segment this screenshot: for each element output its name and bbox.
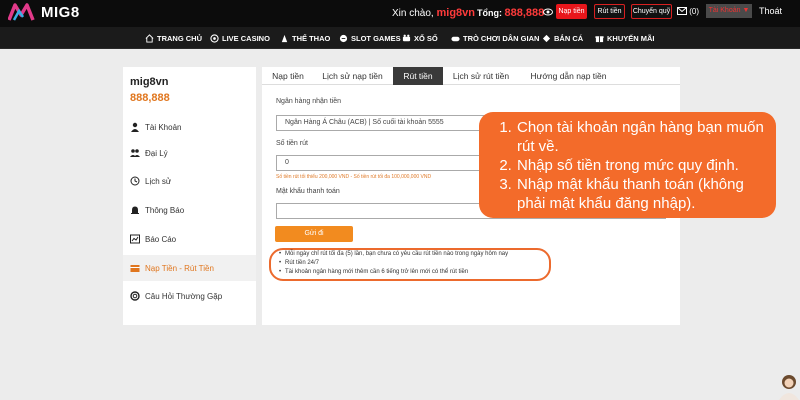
nav-label: SLOT GAMES bbox=[351, 33, 401, 43]
total-balance: Tổng: 888,888 bbox=[477, 7, 544, 19]
bank-label: Ngân hàng nhận tiền bbox=[276, 98, 341, 105]
nav-label: BẮN CÁ bbox=[554, 33, 584, 43]
amount-hint: Số tiền rút tối thiểu 200,000 VND - Số t… bbox=[276, 174, 432, 180]
nav-label: TRÒ CHƠI DÂN GIAN bbox=[463, 33, 540, 43]
logo-icon bbox=[8, 3, 35, 21]
nav-live-casino[interactable]: LIVE CASINO bbox=[210, 27, 270, 49]
note-item: Mỗi ngày chỉ rút tối đa (5) lần, bạn chư… bbox=[279, 251, 508, 257]
sidebar-item-agent[interactable]: Đại Lý bbox=[123, 140, 256, 166]
instruction-step: Nhập số tiền trong mức quy định. bbox=[516, 156, 771, 175]
sidebar-item-label: Thông Báo bbox=[145, 205, 185, 215]
account-sidebar: mig8vn 888,888 Tài Khoản Đại Lý Lịch sử … bbox=[123, 67, 256, 325]
nav-promotions[interactable]: KHUYẾN MÃI bbox=[595, 27, 655, 49]
users-icon bbox=[130, 149, 140, 157]
tab-withdraw[interactable]: Rút tiền bbox=[393, 67, 443, 85]
mail-count: (0) bbox=[689, 7, 700, 16]
nav-home[interactable]: TRANG CHỦ bbox=[145, 27, 202, 49]
nav-label: KHUYẾN MÃI bbox=[607, 33, 655, 43]
user-icon bbox=[131, 122, 139, 132]
gamepad-icon bbox=[451, 36, 460, 41]
nav-folk-games[interactable]: TRÒ CHƠI DÂN GIAN bbox=[451, 27, 539, 49]
nav-label: THỂ THAO bbox=[292, 33, 331, 43]
slot-icon bbox=[339, 34, 348, 42]
wallet-icon bbox=[130, 265, 140, 272]
instruction-callout: Chọn tài khoản ngân hàng bạn muốn rút về… bbox=[479, 112, 776, 218]
deposit-button[interactable]: Nạp tiền bbox=[556, 4, 587, 19]
home-icon bbox=[145, 33, 154, 43]
sidebar-item-label: Báo Cáo bbox=[145, 234, 177, 244]
top-header: MIG8 Xin chào, mig8vn Tổng: 888,888 Nạp … bbox=[0, 0, 800, 27]
sidebar-item-label: Nạp Tiền - Rút Tiền bbox=[145, 263, 214, 273]
support-avatar[interactable] bbox=[776, 372, 800, 400]
tab-deposit-guide[interactable]: Hướng dẫn nạp tiền bbox=[520, 67, 617, 85]
sidebar-item-notifications[interactable]: Thông Báo bbox=[123, 197, 256, 223]
logo-text: MIG8 bbox=[41, 3, 80, 21]
instruction-step: Nhập mật khẩu thanh toán (không phải mật… bbox=[516, 175, 771, 213]
nav-label: LIVE CASINO bbox=[222, 33, 270, 43]
amount-label: Số tiền rút bbox=[276, 140, 308, 147]
total-label: Tổng: bbox=[477, 8, 502, 18]
nav-fishing[interactable]: BẮN CÁ bbox=[542, 27, 583, 49]
chip-icon bbox=[210, 33, 219, 43]
tab-deposit[interactable]: Nạp tiền bbox=[262, 67, 314, 85]
tab-bar: Nạp tiền Lịch sử nạp tiền Rút tiền Lịch … bbox=[262, 67, 680, 85]
tab-deposit-history[interactable]: Lịch sử nạp tiền bbox=[314, 67, 391, 85]
nav-slot-games[interactable]: SLOT GAMES bbox=[339, 27, 401, 49]
bell-icon bbox=[131, 206, 139, 214]
sidebar-username: mig8vn bbox=[130, 76, 169, 88]
total-amount: 888,888 bbox=[504, 7, 545, 19]
sidebar-balance: 888,888 bbox=[130, 92, 170, 104]
greeting-text: Xin chào, bbox=[392, 8, 434, 19]
sidebar-item-label: Đại Lý bbox=[145, 148, 168, 158]
lottery-icon bbox=[402, 34, 411, 41]
tab-withdraw-history[interactable]: Lịch sử rút tiền bbox=[444, 67, 518, 85]
sidebar-item-account[interactable]: Tài Khoản bbox=[123, 114, 256, 140]
header-username: mig8vn bbox=[436, 7, 475, 19]
instruction-step: Chọn tài khoản ngân hàng bạn muốn rút về… bbox=[516, 118, 771, 156]
sidebar-item-faq[interactable]: Câu Hỏi Thường Gặp bbox=[123, 283, 256, 309]
eye-icon[interactable] bbox=[543, 7, 553, 17]
greeting: Xin chào, mig8vn bbox=[392, 7, 475, 19]
nav-lottery[interactable]: XỔ SỐ bbox=[402, 27, 438, 49]
sidebar-item-label: Lịch sử bbox=[145, 176, 172, 186]
help-icon bbox=[130, 291, 140, 301]
transfer-button[interactable]: Chuyển quỹ bbox=[631, 4, 672, 19]
note-item: Rút tiền 24/7 bbox=[279, 260, 319, 266]
note-item: Tài khoản ngân hàng mới thêm cần 6 tiếng… bbox=[279, 269, 468, 275]
fish-icon bbox=[542, 34, 551, 42]
gift-icon bbox=[595, 35, 604, 42]
mail-icon bbox=[677, 7, 687, 15]
logout-link[interactable]: Thoát bbox=[759, 6, 782, 16]
report-icon bbox=[130, 234, 140, 244]
sidebar-item-history[interactable]: Lịch sử bbox=[123, 168, 256, 194]
instruction-list: Chọn tài khoản ngân hàng bạn muốn rút về… bbox=[499, 118, 771, 213]
sidebar-item-label: Tài Khoản bbox=[145, 122, 182, 132]
sidebar-item-reports[interactable]: Báo Cáo bbox=[123, 226, 256, 252]
sidebar-item-label: Câu Hỏi Thường Gặp bbox=[145, 291, 223, 301]
account-dropdown[interactable]: Tài Khoản ▼ bbox=[706, 4, 752, 18]
sidebar-item-deposit-withdraw[interactable]: Nạp Tiền - Rút Tiền bbox=[123, 255, 256, 281]
nav-sports[interactable]: THỂ THAO bbox=[280, 27, 330, 49]
logo[interactable]: MIG8 bbox=[8, 2, 80, 22]
password-label: Mật khẩu thanh toán bbox=[276, 188, 340, 195]
mail-indicator[interactable]: (0) bbox=[677, 7, 699, 16]
sports-icon bbox=[281, 34, 288, 42]
history-icon bbox=[130, 176, 140, 186]
nav-label: TRANG CHỦ bbox=[157, 33, 202, 43]
withdraw-button[interactable]: Rút tiền bbox=[594, 4, 625, 19]
submit-button[interactable]: Gửi đi bbox=[275, 226, 353, 242]
main-nav: TRANG CHỦ LIVE CASINO THỂ THAO SLOT GAME… bbox=[0, 27, 800, 49]
nav-label: XỔ SỐ bbox=[414, 33, 438, 43]
